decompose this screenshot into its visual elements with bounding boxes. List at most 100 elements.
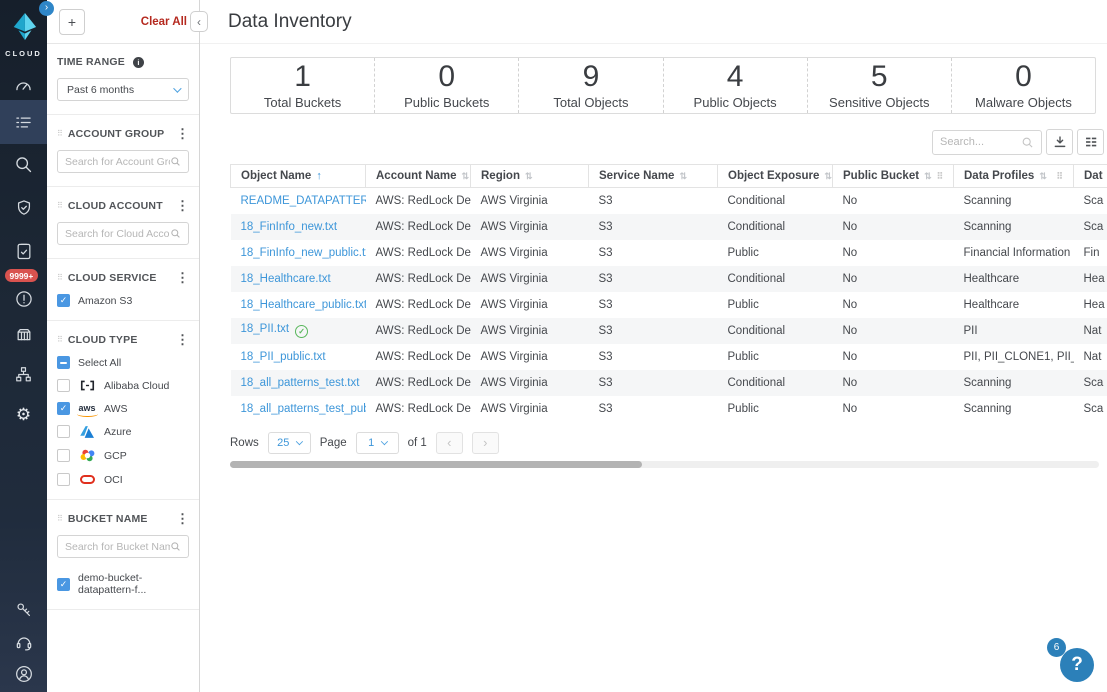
kebab-menu-icon[interactable]: ⋮ [176, 512, 189, 525]
checkbox-unchecked[interactable] [57, 473, 70, 486]
collapse-filters-button[interactable] [190, 11, 208, 32]
column-header-object-name[interactable]: Object Name [230, 164, 366, 188]
cell-data-profiles: Scanning [963, 220, 1012, 233]
sort-icon[interactable] [1039, 171, 1047, 182]
option-label: Azure [104, 425, 132, 438]
cloud-type-option-aws[interactable]: ✓ aws AWS [57, 402, 189, 417]
cloud-service-title: CLOUD SERVICE [67, 271, 157, 284]
cloud-type-option-gcp[interactable]: GCP [57, 448, 189, 463]
column-header-service-name[interactable]: Service Name [588, 164, 718, 188]
sort-icon[interactable] [824, 171, 831, 182]
clear-all-filters-button[interactable]: Clear All [141, 16, 187, 28]
column-header-data-profiles[interactable]: Data Profiles [953, 164, 1074, 188]
sidebar-item-search[interactable] [0, 145, 47, 183]
sidebar-item-settings[interactable]: ⚙ [0, 395, 47, 433]
checkbox-checked[interactable]: ✓ [57, 577, 70, 591]
cloud-account-search-input[interactable] [65, 227, 170, 240]
object-name-link[interactable]: 18_all_patterns_test.txt [241, 377, 360, 389]
sidebar-item-network[interactable] [0, 355, 47, 393]
sidebar-item-assets[interactable] [0, 316, 47, 354]
column-header-public-bucket[interactable]: Public Bucket [832, 164, 954, 188]
object-name-link[interactable]: 18_FinInfo_new.txt [241, 221, 338, 233]
cloud-type-select-all[interactable]: Select All [57, 356, 189, 369]
column-drag-handle-icon[interactable] [1056, 171, 1063, 182]
prisma-cloud-logo[interactable]: CLOUD [0, 12, 47, 58]
checkbox-indeterminate[interactable] [57, 356, 70, 369]
kebab-menu-icon[interactable]: ⋮ [176, 271, 189, 284]
cell-data-patterns: Nat [1083, 350, 1102, 363]
cell-account-name: AWS: RedLock Demo Acc... [375, 194, 471, 207]
time-range-dropdown[interactable]: Past 6 months [57, 78, 189, 101]
download-button[interactable] [1046, 129, 1073, 155]
account-group-search [57, 150, 189, 173]
checkbox-checked[interactable]: ✓ [57, 402, 70, 415]
cloud-account-title: CLOUD ACCOUNT [67, 199, 163, 212]
cloud-account-section: ⠿ CLOUD ACCOUNT ⋮ [47, 187, 199, 259]
kebab-menu-icon[interactable]: ⋮ [176, 333, 189, 346]
aws-icon: aws [77, 403, 98, 417]
pagination: Rows 25 Page 1 of 1 ‹ › [230, 431, 1107, 454]
sidebar-item-alerts[interactable]: 9999+ [0, 269, 47, 318]
sort-icon[interactable] [525, 171, 533, 182]
cloud-type-option-oci[interactable]: OCI [57, 473, 189, 486]
kebab-menu-icon[interactable]: ⋮ [176, 127, 189, 140]
sidebar-item-inventory-active[interactable] [0, 103, 47, 141]
sort-icon[interactable] [462, 171, 470, 182]
sidebar-item-profile[interactable] [0, 655, 47, 692]
checkbox-unchecked[interactable] [57, 449, 70, 462]
sort-icon[interactable] [679, 171, 687, 182]
drag-handle-icon[interactable]: ⠿ [57, 514, 63, 523]
page-number-dropdown[interactable]: 1 [355, 431, 399, 454]
horizontal-scrollbar-thumb[interactable] [230, 460, 642, 468]
horizontal-scrollbar-track[interactable] [230, 460, 1099, 468]
object-name-link[interactable]: 18_Healthcare_public.txt [241, 299, 366, 311]
object-name-link[interactable]: 18_PII_public.txt [241, 351, 326, 363]
help-button[interactable]: ? [1060, 648, 1094, 682]
cloud-service-option-amazon-s3[interactable]: ✓ Amazon S3 [57, 294, 189, 307]
expand-sidebar-button[interactable] [39, 1, 54, 16]
cell-account-name: AWS: RedLock Demo Acc... [375, 298, 471, 311]
account-group-search-input[interactable] [65, 155, 170, 168]
drag-handle-icon[interactable]: ⠿ [57, 335, 63, 344]
checkbox-unchecked[interactable] [57, 425, 70, 438]
sort-icon[interactable] [924, 171, 932, 182]
table-row: 18_FinInfo_new_public.txt AWS: RedLock D… [231, 240, 1107, 266]
add-filter-button[interactable]: + [59, 8, 85, 35]
sort-ascending-icon[interactable] [316, 170, 322, 182]
drag-handle-icon[interactable]: ⠿ [57, 201, 63, 210]
option-label: Alibaba Cloud [104, 379, 170, 392]
cloud-type-option-alibaba[interactable]: Alibaba Cloud [57, 379, 189, 392]
object-name-link[interactable]: README_DATAPATTER... [241, 195, 366, 207]
bucket-name-option[interactable]: ✓ demo-bucket-datapattern-f... [57, 572, 189, 596]
table-row: 18_all_patterns_test_publ... AWS: RedLoc… [231, 396, 1107, 422]
sidebar-item-dashboard[interactable] [0, 67, 47, 105]
option-label: OCI [104, 473, 123, 486]
object-name-link[interactable]: 18_all_patterns_test_publ... [241, 403, 366, 415]
checkbox-checked[interactable]: ✓ [57, 294, 70, 307]
info-icon[interactable]: i [132, 56, 144, 68]
sidebar-item-compliance[interactable] [0, 189, 47, 227]
column-header-data-patterns[interactable]: Dat [1073, 164, 1107, 188]
column-header-region[interactable]: Region [470, 164, 589, 188]
sidebar-item-access-keys[interactable] [0, 590, 47, 628]
drag-handle-icon[interactable]: ⠿ [57, 273, 63, 282]
object-name-link[interactable]: 18_FinInfo_new_public.txt [241, 247, 366, 259]
bucket-name-search-input[interactable] [65, 540, 170, 553]
sidebar-item-reports[interactable] [0, 232, 47, 270]
column-settings-button[interactable] [1077, 129, 1104, 155]
cloud-type-option-azure[interactable]: Azure [57, 425, 189, 438]
kebab-menu-icon[interactable]: ⋮ [176, 199, 189, 212]
rows-per-page-dropdown[interactable]: 25 [267, 431, 311, 454]
page-header: Data Inventory [200, 0, 1107, 44]
object-name-link[interactable]: 18_Healthcare.txt [241, 273, 331, 285]
object-name-link[interactable]: 18_PII.txt [241, 323, 290, 335]
previous-page-button[interactable]: ‹ [435, 431, 463, 454]
column-drag-handle-icon[interactable] [937, 171, 944, 182]
archive-box-icon [17, 328, 30, 341]
column-header-object-exposure[interactable]: Object Exposure [717, 164, 833, 188]
checkbox-unchecked[interactable] [57, 379, 70, 392]
drag-handle-icon[interactable]: ⠿ [57, 129, 63, 138]
next-page-button[interactable]: › [471, 431, 499, 454]
table-search-input[interactable] [940, 136, 1017, 148]
column-header-account-name[interactable]: Account Name [365, 164, 471, 188]
